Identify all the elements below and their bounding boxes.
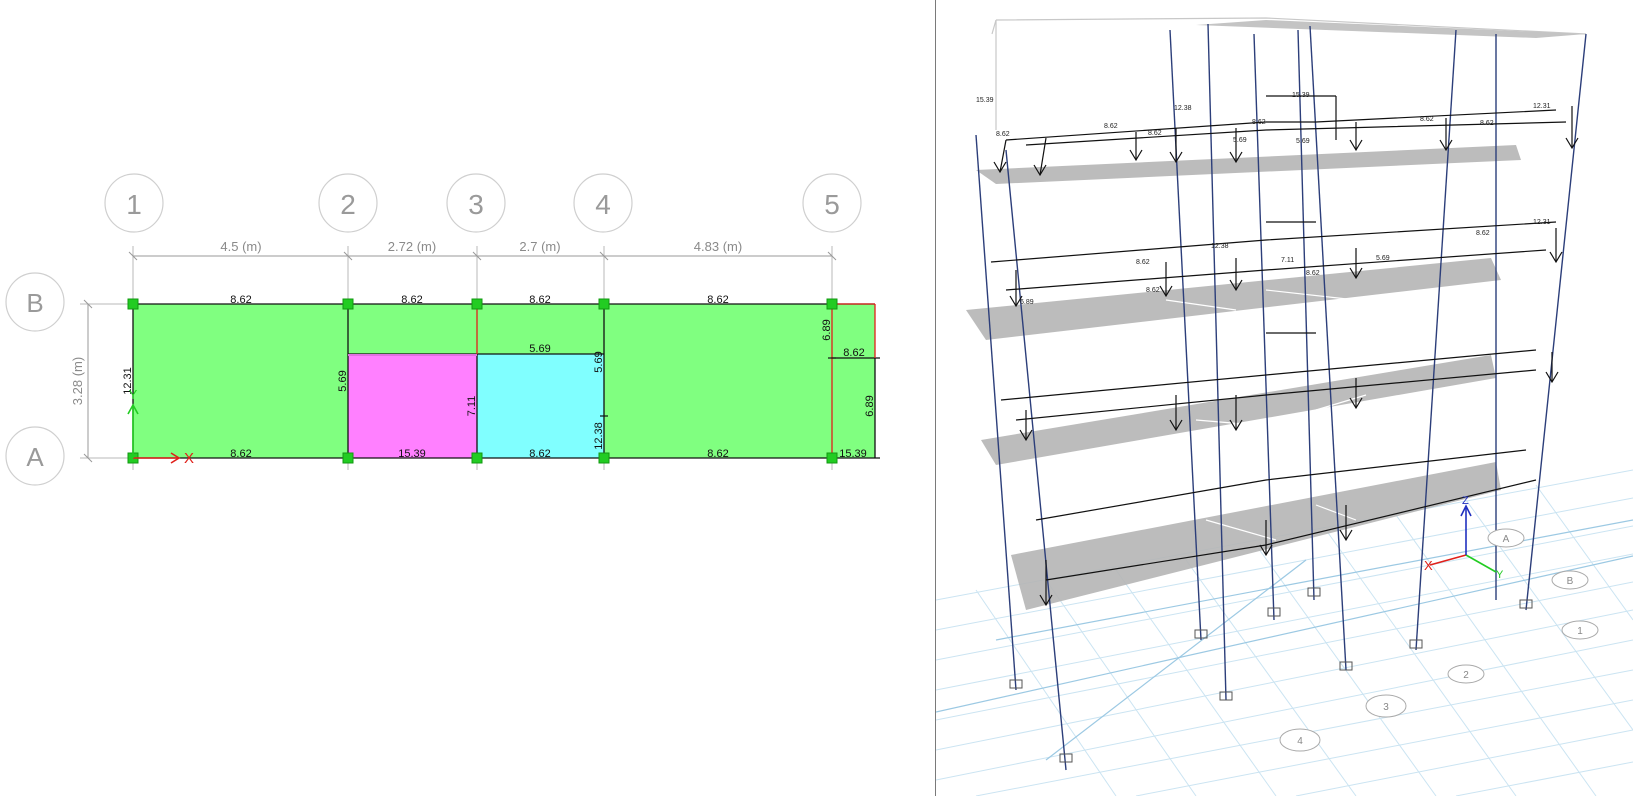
load-label-vertical[interactable]: 5.69: [337, 370, 349, 391]
load-label-vertical[interactable]: 5.69: [593, 351, 605, 372]
axis-x-label: X: [184, 450, 194, 467]
load-label[interactable]: 15.39: [398, 448, 426, 460]
dimension-label-vertical: 3.28 (m): [70, 357, 85, 405]
3d-view-canvas[interactable]: 15.39 8.62 8.62 8.62 12.38 8.62 5.69 5.6…: [936, 0, 1633, 796]
3d-grid-label-1: 1: [1577, 626, 1583, 637]
3d-load-label: 8.62: [1306, 270, 1320, 277]
load-label[interactable]: 8.62: [707, 448, 728, 460]
3d-load-label: 15.39: [976, 97, 994, 104]
grid-label-4: 4: [595, 189, 611, 220]
axis-y-label: Y: [129, 387, 138, 402]
load-label[interactable]: 8.62: [529, 294, 550, 306]
3d-load-label: 5.69: [1233, 137, 1247, 144]
dimension-label: 4.83 (m): [694, 239, 742, 254]
grid-bubble-2[interactable]: 2: [318, 173, 378, 233]
grid-bubble-3[interactable]: 3: [446, 173, 506, 233]
grid-label-1: 1: [126, 189, 142, 220]
plan-view-window[interactable]: 1 2 3 4 5 B A 4.5 (m) 2.72 (m) 2.7 (m) 4…: [0, 0, 934, 796]
slab-panel-2-3-magenta[interactable]: [348, 354, 477, 458]
grid-bubble-4[interactable]: 4: [573, 173, 633, 233]
3d-axis-y-label: Y: [1496, 569, 1504, 581]
3d-grid-label-4: 4: [1297, 736, 1303, 747]
dimension-label: 4.5 (m): [220, 239, 261, 254]
grid-label-3: 3: [468, 189, 484, 220]
3d-load-label: 8.62: [1420, 116, 1434, 123]
slab-panel-2-3-top[interactable]: [348, 304, 477, 354]
grid-bubble-A[interactable]: A: [5, 426, 65, 486]
grid-label-5: 5: [824, 189, 840, 220]
3d-load-label: 8.62: [1480, 120, 1494, 127]
3d-load-label: 12.31: [1533, 219, 1551, 226]
grid-label-B: B: [26, 288, 43, 318]
load-label-vertical[interactable]: 7.11: [466, 396, 478, 417]
3d-grid-label-B: B: [1567, 576, 1574, 587]
3d-load-label: 5.69: [1296, 138, 1310, 145]
grid-bubble-B[interactable]: B: [5, 272, 65, 332]
3d-grid-label-A: A: [1503, 534, 1510, 545]
slab-panel-cantilever[interactable]: [832, 304, 875, 458]
3d-load-label: 5.69: [1376, 255, 1390, 262]
3d-axis-x-label: X: [1424, 558, 1433, 573]
grid-label-2: 2: [340, 189, 356, 220]
3d-load-label: 8.62: [1148, 130, 1162, 137]
slab-panel-3-4-cyan[interactable]: [477, 354, 604, 458]
grid-bubble-5[interactable]: 5: [802, 173, 862, 233]
grid-bubble-1[interactable]: 1: [104, 173, 164, 233]
3d-load-label: 8.62: [1136, 259, 1150, 266]
slab-panel-1-2[interactable]: [133, 304, 348, 458]
load-label[interactable]: 8.62: [230, 448, 251, 460]
load-label[interactable]: 5.69: [529, 343, 550, 355]
load-label[interactable]: 8.62: [843, 347, 864, 359]
3d-load-label: 12.38: [1174, 105, 1192, 112]
load-label-vertical[interactable]: 6.89: [821, 319, 833, 340]
load-label[interactable]: 15.39: [839, 448, 867, 460]
dimension-label: 2.7 (m): [519, 239, 560, 254]
3d-load-label: 8.62: [1146, 287, 1160, 294]
3d-load-label: 15.39: [1292, 92, 1310, 99]
3d-load-label: 7.11: [1281, 257, 1294, 264]
load-label[interactable]: 8.62: [230, 294, 251, 306]
3d-load-label: 6.89: [1020, 299, 1034, 306]
3d-view-window[interactable]: 15.39 8.62 8.62 8.62 12.38 8.62 5.69 5.6…: [936, 0, 1633, 796]
3d-grid-label-3: 3: [1383, 702, 1389, 713]
3d-load-label: 8.62: [1104, 123, 1118, 130]
load-label[interactable]: 8.62: [529, 448, 550, 460]
plan-view-canvas[interactable]: 1 2 3 4 5 B A 4.5 (m) 2.72 (m) 2.7 (m) 4…: [0, 0, 934, 796]
3d-load-label: 8.62: [1476, 230, 1490, 237]
3d-load-label: 12.31: [1533, 103, 1551, 110]
load-label-vertical[interactable]: 6.89: [864, 395, 876, 416]
3d-load-label: 12.38: [1211, 243, 1229, 250]
slab-panel-4-5[interactable]: [604, 304, 832, 458]
load-label-vertical[interactable]: 12.38: [593, 422, 605, 450]
3d-axis-z-label: Z: [1462, 495, 1469, 507]
3d-load-label: 8.62: [996, 131, 1010, 138]
3d-grid-label-2: 2: [1463, 670, 1469, 681]
grid-label-A: A: [26, 442, 44, 472]
dimension-label: 2.72 (m): [388, 239, 436, 254]
load-label[interactable]: 8.62: [401, 294, 422, 306]
load-label[interactable]: 8.62: [707, 294, 728, 306]
3d-load-label: 8.62: [1252, 119, 1266, 126]
